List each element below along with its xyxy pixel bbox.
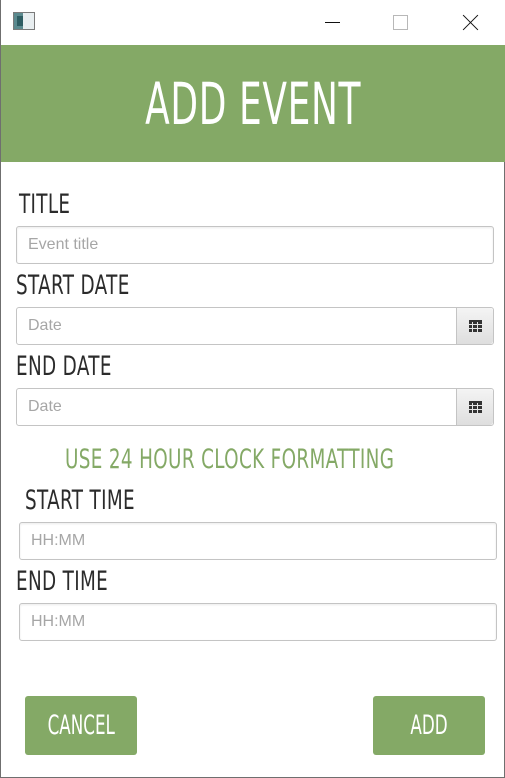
end-time-input[interactable] <box>20 604 496 640</box>
title-label: TITLE <box>19 189 71 220</box>
cancel-button[interactable]: CANCEL <box>25 696 137 755</box>
start-date-calendar-button[interactable] <box>456 308 493 344</box>
start-time-label: START TIME <box>25 485 135 516</box>
maximize-icon[interactable] <box>378 0 424 45</box>
calendar-icon <box>468 401 482 413</box>
start-date-label: START DATE <box>16 270 130 301</box>
close-icon[interactable] <box>448 0 494 45</box>
add-button-label: ADD <box>410 710 448 741</box>
header-banner: ADD EVENT <box>1 45 505 162</box>
end-date-label: END DATE <box>16 351 112 382</box>
title-input[interactable] <box>17 227 493 263</box>
title-bar <box>1 0 505 45</box>
time-format-hint: USE 24 HOUR CLOCK FORMATTING <box>65 444 395 475</box>
page-title: ADD EVENT <box>145 69 362 138</box>
cancel-button-label: CANCEL <box>47 710 115 741</box>
end-date-calendar-button[interactable] <box>456 389 493 425</box>
end-time-label: END TIME <box>16 566 109 597</box>
add-button[interactable]: ADD <box>373 696 485 755</box>
app-window: ADD EVENT TITLE START DATE END DATE USE … <box>0 0 505 778</box>
calendar-icon <box>468 320 482 332</box>
start-time-field[interactable] <box>19 522 497 560</box>
end-date-picker[interactable] <box>16 388 494 426</box>
app-icon <box>13 12 35 30</box>
end-time-field[interactable] <box>19 603 497 641</box>
start-time-input[interactable] <box>20 523 496 559</box>
start-date-picker[interactable] <box>16 307 494 345</box>
title-field[interactable] <box>16 226 494 264</box>
start-date-input[interactable] <box>17 308 456 344</box>
minimize-icon[interactable] <box>309 0 355 45</box>
end-date-input[interactable] <box>17 389 456 425</box>
